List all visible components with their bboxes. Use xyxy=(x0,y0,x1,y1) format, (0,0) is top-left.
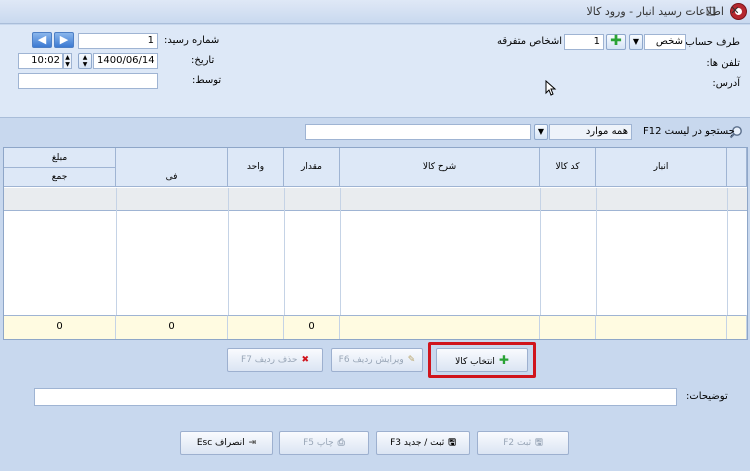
phones-label: تلفن ها: xyxy=(706,58,740,69)
delete-row-button[interactable]: ✖حذف ردیف F7 xyxy=(227,348,323,372)
minimize-button[interactable]: – xyxy=(682,4,696,18)
code-footer-cell xyxy=(540,315,596,339)
delete-row-label: حذف ردیف F7 xyxy=(241,355,298,365)
column-header-warehouse[interactable]: انبار xyxy=(596,148,727,187)
by-label: توسط: xyxy=(192,75,222,86)
print-button[interactable]: ⎙چاپ F5 xyxy=(279,431,369,455)
close-button[interactable]: ✕ xyxy=(728,4,742,18)
print-label: چاپ F5 xyxy=(303,438,334,448)
search-input[interactable] xyxy=(305,124,531,140)
column-header-item-code[interactable]: کد کالا xyxy=(540,148,596,187)
receipt-number-input[interactable]: 1 xyxy=(78,33,158,49)
mouse-cursor-icon xyxy=(545,79,557,96)
column-header-item-description[interactable]: شرح کالا xyxy=(340,148,540,187)
notes-label: توضیحات: xyxy=(686,391,728,402)
column-header-total[interactable]: جمع xyxy=(4,168,116,187)
edit-row-label: ویرایش ردیف F6 xyxy=(338,355,404,365)
disk-icon: 🖫 xyxy=(535,438,543,448)
date-input[interactable]: 1400/06/14 xyxy=(93,53,158,69)
quantity-sum-cell: 0 xyxy=(284,315,340,339)
save-button[interactable]: 🖫ثبت F2 xyxy=(477,431,569,455)
warehouse-footer-cell xyxy=(596,315,727,339)
account-number-input[interactable]: 1 xyxy=(564,34,604,50)
total-sum-cell: 0 xyxy=(4,315,116,339)
account-name: اشخاص متفرقه xyxy=(497,36,563,47)
items-grid[interactable]: مبلغ جمع فی واحد مقدار شرح کالا کد کالا … xyxy=(3,147,748,340)
select-item-button[interactable]: ✚انتخاب کالا xyxy=(436,348,528,372)
time-input[interactable]: 10:02 xyxy=(18,53,63,69)
save-new-label: ثبت / جدید F3 xyxy=(390,438,445,448)
previous-record-button[interactable]: ◀ xyxy=(32,32,52,48)
account-label: طرف حساب: xyxy=(682,37,740,48)
plus-icon: ✚ xyxy=(498,353,509,367)
amount-header-span xyxy=(116,148,228,168)
column-header-amount: مبلغ xyxy=(4,148,116,168)
account-type-select[interactable]: شخص xyxy=(644,34,686,50)
add-account-button[interactable]: ✚ xyxy=(606,34,626,50)
search-label: جستجو در لیست F12 xyxy=(643,126,735,137)
by-input[interactable] xyxy=(18,73,158,89)
indicator-footer-cell xyxy=(727,315,747,339)
date-spinner[interactable]: ▲ ▼ xyxy=(78,53,92,69)
exit-icon: ⇥ xyxy=(248,438,257,448)
save-label: ثبت F2 xyxy=(503,438,532,448)
maximize-button[interactable]: □ xyxy=(704,4,718,18)
desc-footer-cell xyxy=(340,315,540,339)
receipt-number-label: شماره رسید: xyxy=(164,35,220,46)
pencil-icon: ✎ xyxy=(407,355,416,365)
row-indicator-header xyxy=(727,148,747,187)
cancel-label: انصراف Esc xyxy=(196,438,245,448)
next-record-button[interactable]: ▶ xyxy=(54,32,74,48)
cancel-button[interactable]: ⇥انصراف Esc xyxy=(180,431,273,455)
header-panel: طرف حساب: شخص ▼ ✚ 1 اشخاص متفرقه تلفن ها… xyxy=(0,25,750,118)
notes-input[interactable] xyxy=(34,388,677,406)
printer-icon: ⎙ xyxy=(337,438,345,448)
select-item-label: انتخاب کالا xyxy=(455,357,495,367)
date-label: تاریخ: xyxy=(191,55,215,66)
column-header-unit-price[interactable]: فی xyxy=(116,168,228,187)
column-header-unit[interactable]: واحد xyxy=(228,148,284,187)
chevron-down-icon[interactable]: ▼ xyxy=(629,34,643,50)
delete-x-icon: ✖ xyxy=(301,355,309,365)
disk-icon: 🖫 xyxy=(448,438,456,448)
address-label: آدرس: xyxy=(712,78,740,89)
chevron-down-icon[interactable]: ▼ xyxy=(534,124,548,140)
save-new-button[interactable]: 🖫ثبت / جدید F3 xyxy=(376,431,470,455)
unit-price-sum-cell: 0 xyxy=(116,315,228,339)
search-filter-select[interactable]: همه موارد xyxy=(549,124,632,140)
unit-footer-cell xyxy=(228,315,284,339)
column-header-quantity[interactable]: مقدار xyxy=(284,148,340,187)
title-bar: اطلاعات رسید انبار - ورود کالا – □ ✕ xyxy=(0,0,750,24)
time-spinner[interactable]: ▲ ▼ xyxy=(63,53,72,69)
edit-row-button[interactable]: ✎ویرایش ردیف F6 xyxy=(331,348,423,372)
search-row: جستجو در لیست F12 همه موارد ▼ xyxy=(0,119,750,145)
